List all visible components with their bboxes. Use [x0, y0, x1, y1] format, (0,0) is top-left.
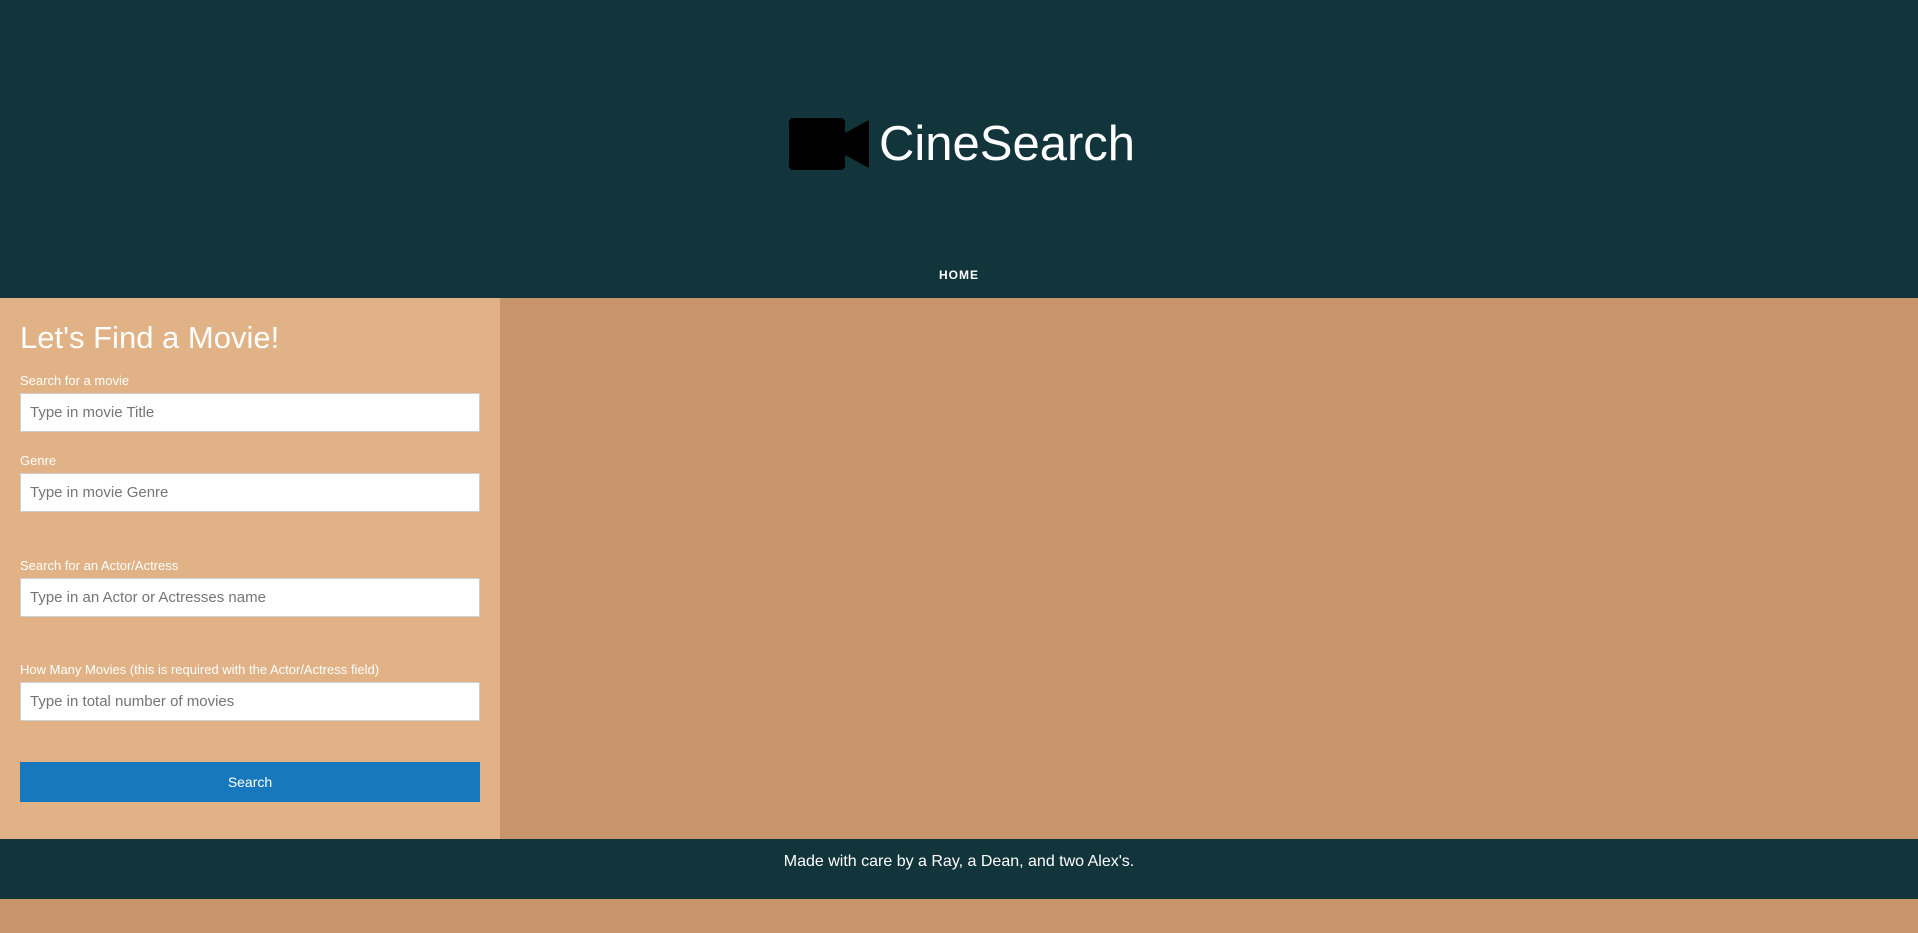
site-header: CineSearch HOME: [0, 0, 1918, 298]
actor-label: Search for an Actor/Actress: [20, 558, 179, 573]
page-background: [0, 899, 1918, 933]
form-title: Let's Find a Movie!: [20, 320, 280, 355]
genre-input[interactable]: [20, 473, 480, 512]
site-footer: Made with care by a Ray, a Dean, and two…: [0, 839, 1918, 899]
results-area: [500, 298, 1918, 839]
movie-title-input[interactable]: [20, 393, 480, 432]
movie-count-label: How Many Movies (this is required with t…: [20, 662, 380, 677]
brand-lockup: CineSearch: [788, 114, 1136, 174]
genre-label: Genre: [20, 453, 57, 468]
actor-input[interactable]: [20, 578, 480, 617]
main-nav: HOME: [0, 266, 1918, 284]
video-camera-icon: [788, 118, 869, 170]
movie-count-input[interactable]: [20, 682, 480, 721]
brand: CineSearch: [0, 114, 1918, 174]
nav-home-link[interactable]: HOME: [939, 268, 979, 282]
site-title: CineSearch: [878, 117, 1136, 171]
search-sidebar: Let's Find a Movie! Search for a movie G…: [0, 298, 500, 839]
search-button[interactable]: Search: [20, 762, 480, 802]
movie-title-label: Search for a movie: [20, 373, 130, 388]
footer-credits: Made with care by a Ray, a Dean, and two…: [783, 853, 1135, 870]
